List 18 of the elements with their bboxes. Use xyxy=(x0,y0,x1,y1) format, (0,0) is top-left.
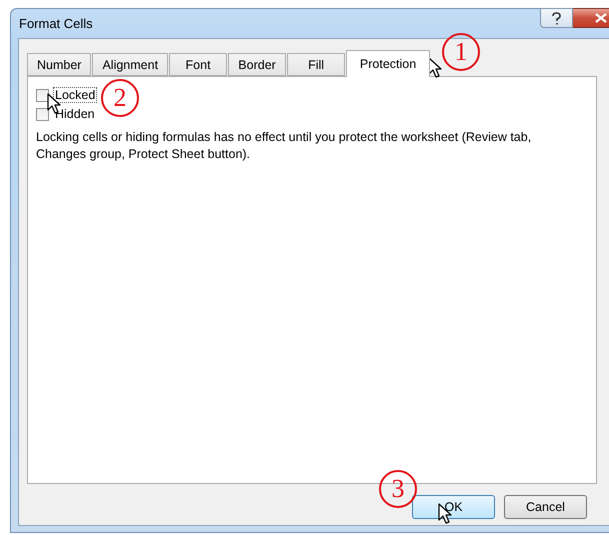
close-icon xyxy=(594,13,606,23)
window-title: Format Cells xyxy=(18,16,93,31)
tab[interactable]: Border xyxy=(228,53,286,76)
tab[interactable]: Fill xyxy=(287,53,346,76)
dialog-button[interactable]: Cancel xyxy=(504,495,587,519)
info-text: Locking cells or hiding formulas has no effect until you protect the worksheet (Review tab, Changes group, Protect Sheet button). xyxy=(36,129,532,163)
tab[interactable]: Alignment xyxy=(92,53,168,76)
step-marker: 2 xyxy=(101,79,139,117)
checkbox[interactable] xyxy=(36,108,49,120)
tab[interactable]: Number xyxy=(27,53,92,76)
step-marker: 1 xyxy=(442,33,480,71)
help-icon xyxy=(552,12,561,24)
tab[interactable]: Font xyxy=(169,53,228,76)
tab[interactable]: Protection xyxy=(346,50,430,77)
checkbox[interactable] xyxy=(36,88,49,102)
step-marker: 3 xyxy=(379,470,417,508)
help-button[interactable] xyxy=(540,8,573,28)
checkbox-label[interactable]: Hidden xyxy=(53,106,97,122)
